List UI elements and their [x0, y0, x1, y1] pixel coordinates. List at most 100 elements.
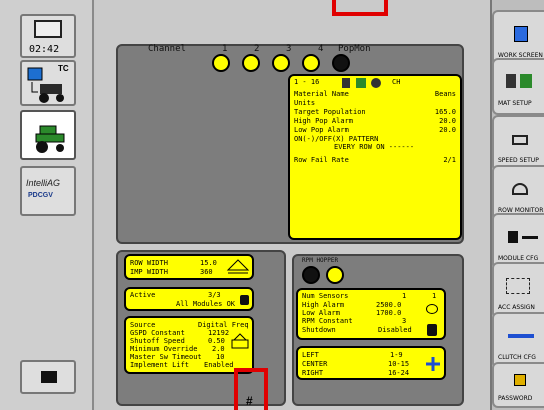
shutdown-label: Shutdown — [302, 326, 336, 334]
channel-2-button[interactable] — [242, 54, 260, 72]
annotation-top-box — [332, 0, 388, 16]
mat-setup-icon — [500, 72, 540, 94]
tractor-tc-button[interactable]: TC — [20, 60, 76, 106]
ch-label: CH — [392, 78, 401, 86]
mat-setup-label: MAT SETUP — [498, 100, 532, 107]
popmon-button[interactable] — [332, 54, 350, 72]
target-population-label: Target Population — [294, 108, 366, 116]
material-name-label: Material Name — [294, 90, 349, 98]
clock-button[interactable]: 02:42 — [20, 14, 76, 58]
shutoff-speed-value: 0.50 — [208, 337, 225, 345]
implement-lift-value: Enabled — [204, 361, 234, 369]
high-pop-alarm-label: High Pop Alarm — [294, 117, 354, 125]
channel-detail-box[interactable]: 1 - 16 CH Material Name Beans Units Targ… — [288, 74, 462, 240]
camera-icon — [41, 371, 57, 383]
rpm-channel-2-button[interactable] — [326, 266, 344, 284]
num-sensors-value: 1 — [402, 292, 407, 300]
channel-2-label: 2 — [254, 44, 260, 54]
channel-3-label: 3 — [286, 44, 292, 54]
pattern-line-2: EVERY ROW ON ------ — [334, 143, 415, 151]
pdcgv-label: PDCGV — [28, 192, 53, 199]
row-fail-rate-label: Row Fail Rate — [294, 156, 349, 164]
channel-1-button[interactable] — [212, 54, 230, 72]
clock-text: 02:42 — [29, 44, 60, 55]
active-value: 3/3 — [208, 291, 221, 299]
active-label: Active — [130, 291, 156, 299]
minimum-override-value: 2.0 — [212, 345, 225, 353]
pattern-line-1: ON(-)/OFF(X) PATTERN — [294, 135, 379, 143]
monitor-icon — [34, 20, 62, 38]
motor-icon — [427, 324, 437, 336]
num-sensors-extra: 1 — [432, 292, 437, 300]
channel-1-label: 1 — [222, 44, 228, 54]
minimum-override-label: Minimum Override — [130, 345, 198, 353]
mat-setup-button[interactable]: MAT SETUP — [492, 58, 544, 115]
modules-status: All Modules OK — [176, 300, 236, 308]
seed-icons — [342, 78, 381, 88]
source-box[interactable]: Source Digital Freq GSPD Constant 12192 … — [124, 316, 254, 374]
master-sw-timeout-label: Master Sw Timeout — [130, 353, 202, 361]
left-sidebar: 02:42 TC IntelliAG PDCGV — [0, 0, 94, 410]
sections-box[interactable]: LEFT 1-9 CENTER 10-15 RIGHT 16-24 — [296, 346, 446, 380]
target-population-value: 165.0 — [434, 108, 456, 116]
low-alarm-value: 1700.0 — [376, 309, 402, 317]
row-monitor-icon — [500, 179, 540, 201]
speed-setup-button[interactable]: SPEED SETUP — [492, 115, 544, 172]
module-cfg-icon — [500, 227, 540, 249]
speed-setup-icon — [500, 129, 540, 151]
clutch-cfg-icon — [500, 326, 540, 348]
clutch-cfg-button[interactable]: CLUTCH CFG — [492, 312, 544, 369]
clutch-cfg-label: CLUTCH CFG — [498, 354, 536, 361]
module-cfg-label: MODULE CFG — [498, 255, 539, 262]
acc-assign-label: ACC ASSIGN — [498, 304, 535, 311]
tc-label: TC — [58, 64, 69, 73]
source-label: Source — [130, 321, 156, 329]
module-icon — [240, 295, 249, 305]
detail-range: 1 - 16 — [294, 78, 320, 86]
active-modules-box[interactable]: Active 3/3 All Modules OK — [124, 287, 254, 311]
speed-setup-label: SPEED SETUP — [498, 157, 539, 164]
right-section-label: RIGHT — [302, 369, 324, 377]
rpm-channel-1-button[interactable] — [302, 266, 320, 284]
acc-assign-icon — [500, 276, 540, 298]
low-pop-alarm-value: 20.0 — [439, 126, 456, 134]
width-box[interactable]: ROW WIDTH 15.0 IMP WIDTH 360 — [124, 254, 254, 280]
imp-width-label: IMP WIDTH — [130, 268, 168, 276]
channel-label: Channel — [148, 44, 186, 54]
clutch-icon — [426, 357, 440, 371]
gspd-constant-label: GSPD Constant — [130, 329, 185, 337]
speed-icon — [231, 333, 249, 349]
right-section-value: 16-24 — [388, 369, 410, 377]
row-fail-rate-value: 2/1 — [443, 156, 456, 164]
work-screen-icon — [500, 24, 540, 46]
main-area: Channel 1 2 3 4 PopMon 1 - 16 CH Materia… — [96, 0, 490, 410]
intelliag-button[interactable]: IntelliAG PDCGV — [20, 166, 76, 216]
center-section-value: 10-15 — [388, 360, 410, 368]
intelliag-logo: IntelliAG — [26, 178, 61, 188]
rpm-settings-box[interactable]: Num Sensors 1 1 High Alarm 2500.0 Low Al… — [296, 288, 446, 340]
shutdown-value: Disabled — [378, 326, 412, 334]
width-icon — [226, 259, 250, 274]
high-alarm-label: High Alarm — [302, 301, 345, 309]
tractor-icon — [35, 125, 65, 153]
gspd-constant-value: 12192 — [208, 329, 230, 337]
popmon-label: PopMon — [338, 44, 371, 54]
password-label: PASSWORD — [498, 395, 533, 402]
left-section-label: LEFT — [302, 351, 319, 359]
password-button[interactable]: PASSWORD — [492, 362, 544, 408]
camera-button[interactable] — [20, 360, 76, 394]
shutoff-speed-label: Shutoff Speed — [130, 337, 185, 345]
channel-4-button[interactable] — [302, 54, 320, 72]
annotation-hash: # — [246, 394, 253, 408]
rpm-hopper-title: RPM HOPPER — [302, 257, 339, 264]
channel-3-button[interactable] — [272, 54, 290, 72]
center-section-label: CENTER — [302, 360, 328, 368]
master-sw-timeout-value: 10 — [216, 353, 225, 361]
acc-assign-button[interactable]: ACC ASSIGN — [492, 262, 544, 319]
row-width-value: 15.0 — [200, 259, 217, 267]
low-pop-alarm-label: Low Pop Alarm — [294, 126, 349, 134]
tractor-button[interactable] — [20, 110, 76, 160]
hopper-icon — [426, 304, 438, 314]
source-value: Digital Freq — [198, 321, 249, 329]
material-name-value: Beans — [434, 90, 456, 98]
